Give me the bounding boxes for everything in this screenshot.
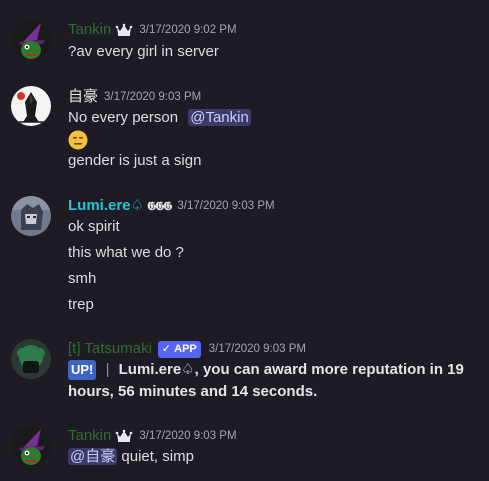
checkmark-icon: ✓ <box>161 342 172 355</box>
message-text: No every person <box>68 109 179 126</box>
message-content: ?av every girl in server <box>68 43 219 60</box>
avatar-tankin[interactable] <box>11 426 51 466</box>
timestamp[interactable]: 3/17/2020 9:03 PM <box>177 196 274 216</box>
message-content: gender is just a sign <box>68 152 202 169</box>
timestamp[interactable]: 3/17/2020 9:03 PM <box>209 339 306 359</box>
username-jigo[interactable]: 自豪 <box>68 87 98 107</box>
avatar-tatsumaki[interactable] <box>11 339 51 379</box>
crown-icon <box>116 429 133 442</box>
app-badge-label: APP <box>174 342 197 355</box>
expressionless-face-icon[interactable] <box>68 130 88 150</box>
message-header: Lumi.ere♤ 𝕲𝕲𝕲 3/17/2020 9:03 PM <box>68 196 275 216</box>
avatar-tankin[interactable] <box>11 20 51 60</box>
mention-jigo[interactable]: @自豪 <box>68 448 118 465</box>
username-tankin[interactable]: Tankin <box>68 426 111 446</box>
message-content: trep <box>68 296 94 313</box>
avatar-lumi[interactable] <box>11 196 51 236</box>
reputation-text-line2: hours, 56 minutes and 14 seconds. <box>68 383 318 400</box>
message-header: Tankin 3/17/2020 9:02 PM <box>68 20 237 40</box>
mention-tankin[interactable]: @Tankin <box>188 109 251 126</box>
reputation-text-line1: Lumi.ere♤, you can award more reputation… <box>118 361 464 378</box>
message-header: Tankin 3/17/2020 9:03 PM <box>68 426 237 446</box>
message-content: @自豪 quiet, simp <box>68 447 194 467</box>
message-content: this what we do ? <box>68 244 184 261</box>
message-content: smh <box>68 270 97 287</box>
role-icons: 𝕲𝕲𝕲 <box>146 198 172 213</box>
timestamp[interactable]: 3/17/2020 9:03 PM <box>139 426 236 446</box>
timestamp[interactable]: 3/17/2020 9:02 PM <box>139 20 236 40</box>
message-content: ok spirit <box>68 218 120 235</box>
separator: | <box>105 361 110 378</box>
chat-message-list: Tankin 3/17/2020 9:02 PM ?av every girl … <box>0 0 489 481</box>
app-badge: ✓ APP <box>157 340 201 358</box>
message-text: quiet, simp <box>117 448 194 465</box>
message-content <box>68 130 88 150</box>
crown-icon <box>116 23 133 36</box>
username-tatsumaki[interactable]: [t] Tatsumaki <box>68 339 152 359</box>
message-content: UP! | Lumi.ere♤, you can award more repu… <box>68 360 464 380</box>
username-tankin[interactable]: Tankin <box>68 20 111 40</box>
timestamp[interactable]: 3/17/2020 9:03 PM <box>104 87 201 107</box>
message-header: 自豪 3/17/2020 9:03 PM <box>68 87 201 107</box>
message-content: No every person @Tankin <box>68 108 251 128</box>
message-header: [t] Tatsumaki ✓ APP 3/17/2020 9:03 PM <box>68 339 306 359</box>
avatar-jigo[interactable] <box>11 86 51 126</box>
up-badge: UP! <box>68 360 97 380</box>
username-lumi[interactable]: Lumi.ere♤ <box>68 196 144 216</box>
